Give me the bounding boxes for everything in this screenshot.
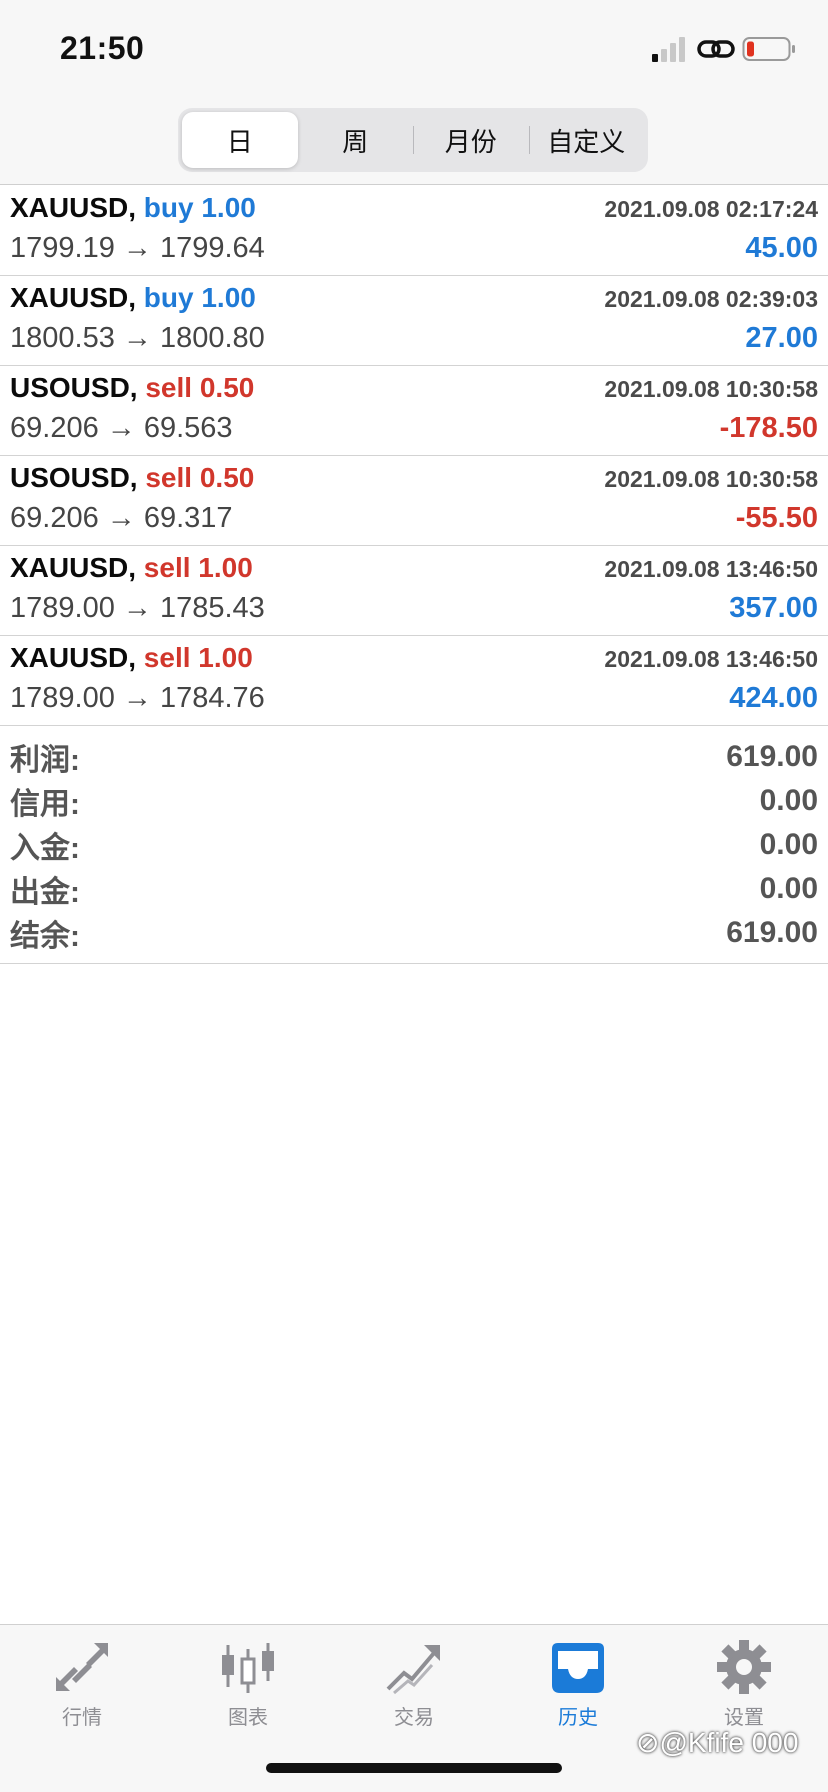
period-selector-area: 日 周 月份 自定义	[0, 100, 828, 185]
trade-profit: 357.00	[729, 592, 818, 624]
status-time: 21:50	[60, 30, 145, 66]
trade-symbol: XAUUSD,	[10, 282, 137, 313]
trade-prices: 69.206 → 69.317	[10, 502, 233, 534]
trade-history-list: XAUUSD, buy 1.00 2021.09.08 02:17:24 179…	[0, 186, 828, 726]
period-tab-day[interactable]: 日	[182, 112, 298, 168]
trade-row[interactable]: USOUSD, sell 0.50 2021.09.08 10:30:58 69…	[0, 456, 828, 546]
trade-symbol: XAUUSD,	[10, 552, 137, 583]
account-summary: 利润: 619.00 信用: 0.00 入金: 0.00 出金: 0.00 结余…	[0, 727, 828, 964]
candlestick-chart-icon	[222, 1643, 274, 1693]
trade-title: USOUSD, sell 0.50	[10, 462, 254, 494]
trade-trend-icon	[386, 1645, 440, 1695]
trade-row[interactable]: XAUUSD, sell 1.00 2021.09.08 13:46:50 17…	[0, 546, 828, 636]
summary-label: 结余:	[10, 920, 80, 953]
summary-value: 619.00	[726, 740, 818, 773]
cellular-signal-icon	[652, 37, 685, 62]
summary-value: 0.00	[759, 872, 818, 905]
trade-row[interactable]: XAUUSD, sell 1.00 2021.09.08 13:46:50 17…	[0, 636, 828, 726]
period-segmented-control: 日 周 月份 自定义	[178, 108, 648, 172]
summary-row-balance: 结余: 619.00	[0, 911, 828, 955]
trade-time: 2021.09.08 02:17:24	[604, 196, 818, 222]
trade-profit: 45.00	[745, 232, 818, 264]
summary-label: 出金:	[10, 876, 80, 909]
summary-row-deposit: 入金: 0.00	[0, 823, 828, 867]
trade-prices: 1800.53 → 1800.80	[10, 322, 265, 354]
watermark: ⊘@Kfife 000	[636, 1727, 799, 1758]
trade-row[interactable]: XAUUSD, buy 1.00 2021.09.08 02:17:24 179…	[0, 186, 828, 276]
gear-icon	[717, 1640, 771, 1694]
summary-label: 信用:	[10, 788, 80, 821]
trade-symbol: XAUUSD,	[10, 192, 137, 223]
trade-symbol: USOUSD,	[10, 372, 138, 403]
status-bar: 21:50	[0, 0, 828, 100]
tab-charts[interactable]: 图表	[188, 1639, 308, 1739]
trade-time: 2021.09.08 13:46:50	[604, 646, 818, 672]
summary-value: 619.00	[726, 916, 818, 949]
trade-title: XAUUSD, buy 1.00	[10, 282, 256, 314]
link-chain-icon	[697, 40, 735, 58]
trade-row[interactable]: USOUSD, sell 0.50 2021.09.08 10:30:58 69…	[0, 366, 828, 456]
tab-quotes[interactable]: 行情	[22, 1639, 142, 1739]
trade-time: 2021.09.08 10:30:58	[604, 376, 818, 402]
trade-title: XAUUSD, sell 1.00	[10, 552, 253, 584]
trade-profit: -178.50	[719, 412, 818, 444]
summary-row-credit: 信用: 0.00	[0, 779, 828, 823]
summary-label: 利润:	[10, 744, 80, 777]
summary-value: 0.00	[759, 828, 818, 861]
tab-label: 历史	[558, 1707, 598, 1729]
battery-low-icon	[742, 37, 795, 61]
trade-prices: 1789.00 → 1784.76	[10, 682, 265, 714]
summary-row-withdrawal: 出金: 0.00	[0, 867, 828, 911]
trade-profit: 27.00	[745, 322, 818, 354]
tab-label: 行情	[62, 1707, 102, 1729]
trade-side: sell 0.50	[145, 462, 255, 493]
trade-time: 2021.09.08 02:39:03	[604, 286, 818, 312]
period-tab-month[interactable]: 月份	[413, 112, 529, 168]
trade-side: sell 1.00	[143, 552, 253, 583]
quotes-arrows-icon	[56, 1643, 108, 1691]
trade-time: 2021.09.08 10:30:58	[604, 466, 818, 492]
trade-symbol: XAUUSD,	[10, 642, 137, 673]
trade-side: buy 1.00	[143, 282, 256, 313]
home-indicator[interactable]	[266, 1763, 562, 1773]
trade-prices: 1799.19 → 1799.64	[10, 232, 265, 264]
trade-row[interactable]: XAUUSD, buy 1.00 2021.09.08 02:39:03 180…	[0, 276, 828, 366]
period-tab-custom[interactable]: 自定义	[528, 112, 645, 168]
trade-prices: 1789.00 → 1785.43	[10, 592, 265, 624]
trade-time: 2021.09.08 13:46:50	[604, 556, 818, 582]
trade-title: XAUUSD, buy 1.00	[10, 192, 256, 224]
trade-title: USOUSD, sell 0.50	[10, 372, 254, 404]
history-inbox-icon	[552, 1643, 604, 1693]
trade-symbol: USOUSD,	[10, 462, 138, 493]
tab-label: 图表	[228, 1707, 268, 1729]
trade-side: sell 1.00	[143, 642, 253, 673]
trade-side: sell 0.50	[145, 372, 255, 403]
summary-label: 入金:	[10, 832, 80, 865]
tab-history[interactable]: 历史	[518, 1639, 638, 1739]
tab-trade[interactable]: 交易	[354, 1639, 474, 1739]
summary-value: 0.00	[759, 784, 818, 817]
trade-title: XAUUSD, sell 1.00	[10, 642, 253, 674]
trade-side: buy 1.00	[143, 192, 256, 223]
summary-row-profit: 利润: 619.00	[0, 735, 828, 779]
tab-label: 交易	[394, 1707, 434, 1729]
trade-profit: -55.50	[735, 502, 818, 534]
trade-prices: 69.206 → 69.563	[10, 412, 233, 444]
trade-profit: 424.00	[729, 682, 818, 714]
period-tab-week[interactable]: 周	[298, 112, 414, 168]
tab-settings[interactable]: 设置	[684, 1639, 804, 1739]
